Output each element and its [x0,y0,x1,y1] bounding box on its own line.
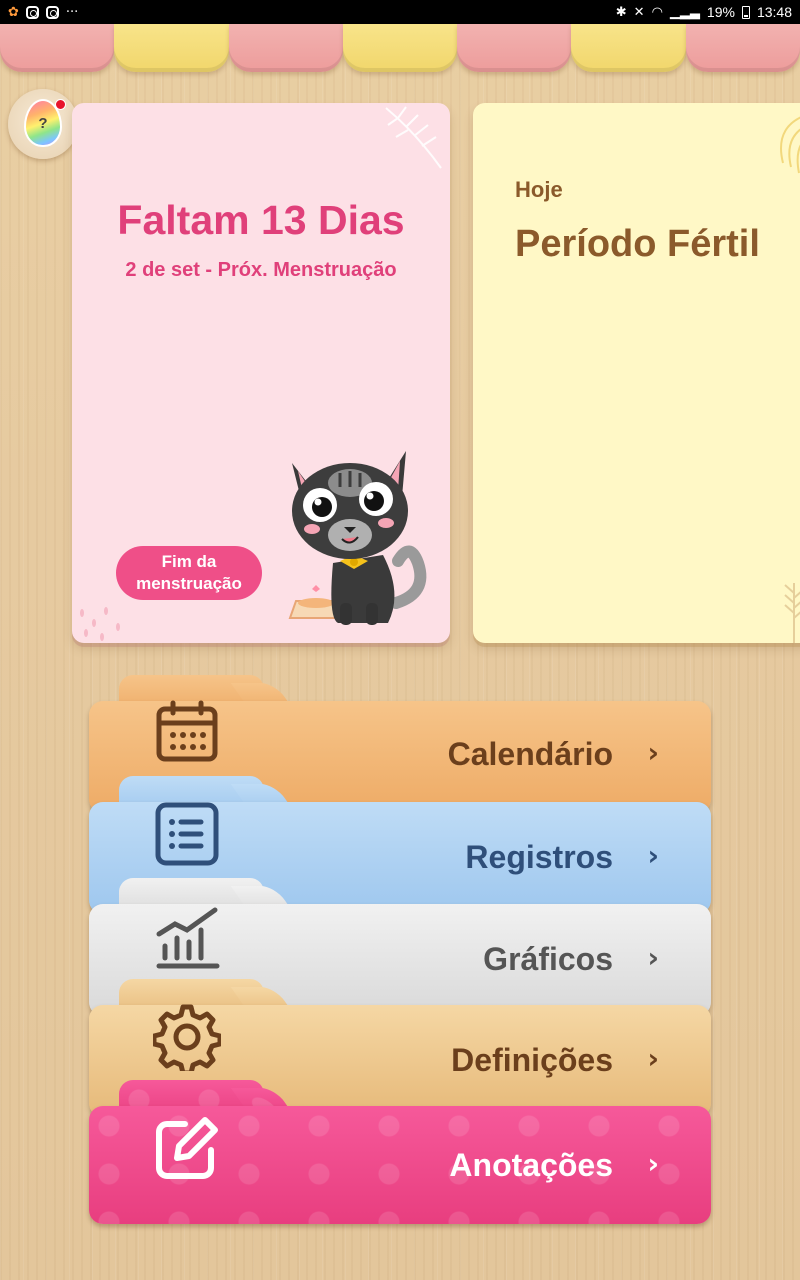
clock: 13:48 [756,4,792,20]
status-bar-right: ✱ ✕ ◠ ▁▂▃ 19% 13:48 [616,4,792,20]
battery-percent: 19% [706,4,735,20]
awning-scallop [0,24,115,72]
chevron-right-icon: › [647,1147,659,1180]
status-bar-left: ✿ ··· [8,4,79,20]
help-button[interactable]: ? [8,89,78,159]
end-period-label-line2: menstruação [136,574,242,593]
menu-item-label: Calendário [447,736,613,772]
leaf-decoration-icon [385,106,442,169]
status-bar: ✿ ··· ✱ ✕ ◠ ▁▂▃ 19% 13:48 [0,0,800,24]
chevron-right-icon: › [647,839,659,872]
gear-icon [153,1004,221,1071]
edit-icon [156,1117,218,1179]
chevron-right-icon: › [647,941,659,974]
end-period-button[interactable]: Fim da menstruação [116,546,262,600]
instagram-icon [25,5,39,19]
sprinkle-decoration-icon [80,607,120,641]
chevron-right-icon: › [647,1042,659,1075]
chevron-right-icon: › [647,736,659,769]
notification-dot [55,99,66,110]
awning-scallop [685,24,800,72]
menu-item-notes[interactable]: Anotações › [89,1080,711,1226]
awning-scallop [114,24,229,72]
cat-mascot-icon [288,451,427,625]
end-period-label-line1: Fim da [161,552,217,571]
chart-icon [156,907,220,969]
next-period-date: 2 de set - Próx. Menstruação [125,259,397,281]
signal-icon: ▁▂▃ [669,4,700,20]
menu-item-label: Definições [451,1042,613,1078]
list-icon [155,802,219,866]
calendar-icon [156,700,218,762]
more-notifications-icon: ··· [65,4,79,20]
today-label: Hoje [515,177,563,202]
swirl-decoration-icon [780,116,800,174]
awning-scallop [342,24,458,72]
instagram-icon [45,5,59,19]
battery-icon [741,5,750,19]
today-fertility-status: Período Fértil [515,223,760,265]
menu-item-label: Registros [465,839,613,875]
menu-item-label: Gráficos [483,941,613,977]
awning-scallop [228,24,343,72]
menu-item-label: Anotações [449,1147,613,1183]
bluetooth-icon: ✱ [615,4,627,20]
question-mark: ? [38,115,48,132]
awning-scallop [457,24,572,72]
mute-icon: ✕ [633,4,645,20]
app-notification-icon: ✿ [8,4,19,20]
days-countdown: Faltam 13 Dias [117,197,405,243]
wifi-icon: ◠ [651,4,663,20]
today-status-card[interactable]: Hoje Período Fértil [473,103,800,643]
wheat-decoration-icon [784,583,800,643]
awning-scallop [571,24,686,72]
awning-decoration [0,24,800,72]
cycle-countdown-card[interactable]: Faltam 13 Dias 2 de set - Próx. Menstrua… [72,103,450,643]
